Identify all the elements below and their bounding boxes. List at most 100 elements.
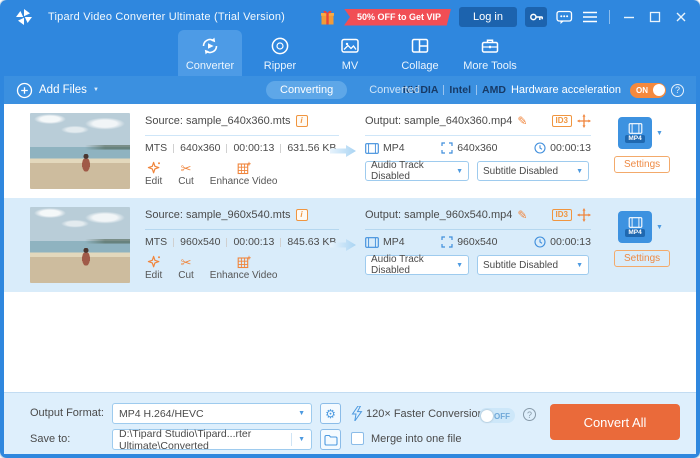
move-icon[interactable] xyxy=(577,207,591,222)
app-window: Tipard Video Converter Ultimate (Trial V… xyxy=(0,0,700,458)
menu-icon[interactable] xyxy=(581,8,599,26)
format-settings-button[interactable]: ⚙ xyxy=(320,403,341,424)
converted-tab[interactable]: Converted xyxy=(355,81,434,99)
output-filename: Output: sample_960x540.mp4 xyxy=(365,208,513,221)
file-list: Source: sample_640x360.mts i MTS 640x360… xyxy=(4,104,696,392)
toolbar: Add Files ▼ Converting Converted NVIDIA … xyxy=(4,76,696,104)
rename-icon[interactable]: ✎ xyxy=(517,209,527,221)
title-bar: Tipard Video Converter Ultimate (Trial V… xyxy=(4,4,696,30)
dropdown-caret-icon: ▼ xyxy=(576,261,583,269)
film-icon xyxy=(628,122,642,134)
add-files-button[interactable]: Add Files ▼ xyxy=(16,82,99,99)
output-format-label: Output Format: xyxy=(30,407,104,419)
save-to-label: Save to: xyxy=(30,433,71,445)
profile-caret-icon[interactable]: ▼ xyxy=(656,224,663,231)
subtitle-dropdown[interactable]: Subtitle Disabled ▼ xyxy=(477,255,589,275)
audio-track-dropdown[interactable]: Audio Track Disabled ▼ xyxy=(365,254,469,276)
scissors-icon: ✂ xyxy=(180,254,192,270)
divider xyxy=(365,229,591,230)
output-format-dropdown[interactable]: MP4 H.264/HEVC ▼ xyxy=(112,403,312,424)
subtitle-value: Subtitle Disabled xyxy=(483,259,559,271)
promo-badge[interactable]: 50% OFF to Get VIP xyxy=(344,8,452,26)
hw-help-icon[interactable]: ? xyxy=(671,83,684,97)
video-thumbnail[interactable] xyxy=(30,207,130,283)
tab-collage[interactable]: Collage xyxy=(388,30,452,76)
output-meta: MP4 640x360 00:00:13 xyxy=(365,142,591,154)
feedback-icon[interactable] xyxy=(555,8,573,26)
edit-button[interactable]: Edit xyxy=(145,255,162,281)
file-row[interactable]: Source: sample_960x540.mts i MTS 960x540… xyxy=(4,198,696,292)
film-icon xyxy=(628,216,642,228)
enhance-video-button[interactable]: Enhance Video xyxy=(210,255,277,281)
info-icon[interactable]: i xyxy=(295,114,308,127)
hw-accel-label: Hardware acceleration xyxy=(510,84,621,96)
tab-converter[interactable]: Converter xyxy=(178,30,242,76)
output-resolution: 640x360 xyxy=(457,142,498,154)
tab-ripper-label: Ripper xyxy=(263,60,297,72)
source-filename: Source: sample_640x360.mts xyxy=(145,114,291,127)
cut-button[interactable]: ✂ Cut xyxy=(178,161,194,188)
converter-icon xyxy=(199,35,221,57)
close-button[interactable] xyxy=(672,8,690,26)
resolution-icon xyxy=(441,142,453,154)
tab-ripper[interactable]: Ripper xyxy=(248,30,312,76)
dropdown-caret-icon: ▼ xyxy=(298,436,305,443)
audio-track-dropdown[interactable]: Audio Track Disabled ▼ xyxy=(365,160,469,182)
subtitle-dropdown[interactable]: Subtitle Disabled ▼ xyxy=(477,161,589,181)
info-icon[interactable]: i xyxy=(295,208,308,221)
add-files-caret-icon: ▼ xyxy=(92,87,99,93)
key-icon[interactable] xyxy=(525,7,547,27)
login-button[interactable]: Log in xyxy=(459,7,517,27)
enhance-video-button[interactable]: Enhance Video xyxy=(210,161,277,187)
move-icon[interactable] xyxy=(577,113,591,128)
tab-more-tools[interactable]: More Tools xyxy=(458,30,522,76)
film-icon xyxy=(365,236,379,248)
edit-icon xyxy=(147,255,161,269)
faster-help-icon[interactable]: ? xyxy=(523,408,536,421)
app-logo-icon xyxy=(14,7,34,27)
id3-button[interactable]: ID3 xyxy=(551,208,572,221)
enhance-icon xyxy=(237,255,251,269)
rename-icon[interactable]: ✎ xyxy=(517,115,527,127)
output-duration: 00:00:13 xyxy=(550,236,591,248)
settings-button[interactable]: Settings xyxy=(614,250,671,267)
dropdown-caret-icon: ▼ xyxy=(456,261,463,269)
dropdown-caret-icon: ▼ xyxy=(576,167,583,175)
dropdown-caret-icon: ▼ xyxy=(298,410,305,417)
duration-icon xyxy=(534,142,546,154)
save-to-dropdown[interactable]: D:\Tipard Studio\Tipard...rter Ultimate\… xyxy=(112,427,312,452)
output-resolution: 960x540 xyxy=(457,236,498,248)
output-profile-button[interactable]: MP4 xyxy=(618,211,652,243)
source-meta: MTS 640x360 00:00:13 631.56 KB xyxy=(145,142,339,154)
edit-label: Edit xyxy=(145,176,163,187)
merge-checkbox[interactable] xyxy=(351,432,364,445)
convert-all-button[interactable]: Convert All xyxy=(550,404,680,440)
cut-button[interactable]: ✂ Cut xyxy=(178,254,194,282)
save-to-value: D:\Tipard Studio\Tipard...rter Ultimate\… xyxy=(119,427,252,452)
source-format: MTS xyxy=(145,142,168,154)
profile-caret-icon[interactable]: ▼ xyxy=(656,130,663,137)
settings-button[interactable]: Settings xyxy=(614,156,671,173)
enhance-icon xyxy=(237,161,251,175)
edit-button[interactable]: Edit xyxy=(145,161,162,187)
source-resolution: 960x540 xyxy=(180,236,221,248)
minimize-button[interactable] xyxy=(620,8,638,26)
gift-icon[interactable] xyxy=(319,8,336,26)
source-meta: MTS 960x540 00:00:13 845.63 KB xyxy=(145,236,339,248)
output-meta: MP4 960x540 00:00:13 xyxy=(365,236,591,248)
tab-collage-label: Collage xyxy=(401,60,439,72)
tab-mv[interactable]: MV xyxy=(318,30,382,76)
file-row[interactable]: Source: sample_640x360.mts i MTS 640x360… xyxy=(4,104,696,198)
converting-tab[interactable]: Converting xyxy=(266,81,348,99)
faster-conversion-toggle[interactable]: OFF xyxy=(479,408,515,423)
open-folder-button[interactable] xyxy=(320,429,341,450)
divider xyxy=(145,229,339,230)
output-profile-button[interactable]: MP4 xyxy=(618,117,652,149)
id3-button[interactable]: ID3 xyxy=(551,114,572,127)
video-thumbnail[interactable] xyxy=(30,113,130,189)
maximize-button[interactable] xyxy=(646,8,664,26)
intel-label: Intel xyxy=(449,84,472,96)
audio-track-value: Audio Track Disabled xyxy=(371,160,424,182)
hw-accel-toggle[interactable]: ON xyxy=(630,82,666,98)
add-files-label: Add Files xyxy=(39,84,87,96)
